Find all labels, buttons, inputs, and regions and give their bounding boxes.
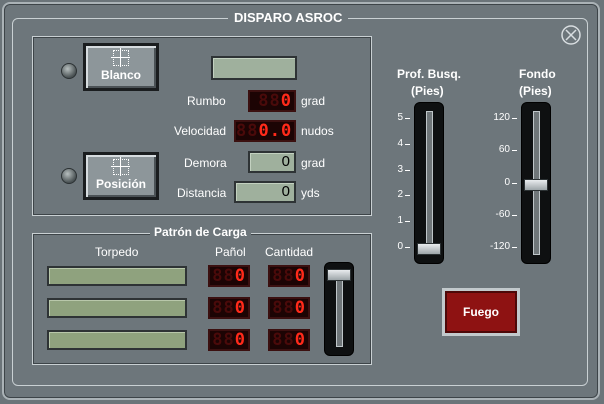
torpedo-slot-1[interactable] bbox=[47, 266, 187, 286]
load-row-slider-thumb[interactable] bbox=[327, 269, 351, 281]
prof-busq-tick-mark bbox=[405, 169, 410, 171]
prof-busq-tick-mark bbox=[405, 143, 410, 145]
distancia-unit: yds bbox=[301, 186, 320, 200]
load-pattern-title: Patrón de Carga bbox=[150, 225, 251, 239]
prof-busq-slider-thumb[interactable] bbox=[417, 243, 441, 255]
cantidad-display-3: 880 bbox=[268, 329, 310, 351]
fondo-tick-mark bbox=[512, 150, 517, 152]
blanco-button-label: Blanco bbox=[100, 68, 141, 82]
panol-display-3: 880 bbox=[208, 329, 250, 351]
fondo-tick-mark bbox=[512, 214, 517, 216]
fondo-tick-mark bbox=[512, 182, 517, 184]
load-row-slider[interactable] bbox=[324, 262, 354, 356]
panel-title: DISPARO ASROC bbox=[228, 10, 349, 25]
fondo-tick-mark bbox=[512, 118, 517, 119]
demora-label: Demora bbox=[184, 156, 227, 170]
prof-busq-tick-label: 5 bbox=[397, 112, 403, 123]
torpedo-slot-2[interactable] bbox=[47, 298, 187, 318]
panol-column-header: Pañol bbox=[215, 245, 246, 259]
posicion-indicator-light bbox=[61, 168, 77, 184]
prof-busq-unit: (Pies) bbox=[411, 84, 444, 98]
prof-busq-tick-mark bbox=[405, 195, 410, 197]
fondo-unit: (Pies) bbox=[519, 84, 552, 98]
prof-busq-tick-label: 4 bbox=[397, 137, 403, 149]
crosshair-icon bbox=[111, 48, 130, 67]
prof-busq-tick-mark bbox=[405, 247, 410, 248]
fondo-label: Fondo bbox=[519, 67, 556, 81]
posicion-button[interactable]: Posición bbox=[83, 152, 159, 200]
velocidad-unit: nudos bbox=[301, 124, 334, 138]
prof-busq-tick-label: 0 bbox=[397, 241, 403, 252]
posicion-button-label: Posición bbox=[95, 177, 146, 191]
panol-display-2: 880 bbox=[208, 297, 250, 319]
prof-busq-tick-mark bbox=[405, 221, 410, 223]
rumbo-label: Rumbo bbox=[187, 94, 226, 108]
blanco-indicator-light bbox=[61, 63, 77, 79]
crosshair-icon bbox=[111, 157, 130, 176]
demora-field: 0 bbox=[248, 151, 296, 173]
fondo-tick-label: -60 bbox=[495, 208, 510, 220]
torpedo-slot-3[interactable] bbox=[47, 330, 187, 350]
panol-display-1: 880 bbox=[208, 265, 250, 287]
fondo-tick-label: 60 bbox=[498, 144, 510, 156]
rumbo-display: 880 bbox=[248, 90, 296, 112]
prof-busq-tick-mark bbox=[405, 118, 410, 119]
torpedo-column-header: Torpedo bbox=[95, 245, 139, 259]
fondo-slider-thumb[interactable] bbox=[524, 179, 548, 191]
blanco-readout bbox=[211, 56, 297, 80]
fondo-tick-label: -120 bbox=[489, 241, 510, 252]
fondo-tick-mark bbox=[512, 247, 517, 248]
close-icon[interactable] bbox=[560, 24, 582, 46]
cantidad-display-2: 880 bbox=[268, 297, 310, 319]
fondo-tick-label: 0 bbox=[504, 176, 510, 188]
prof-busq-tick-label: 2 bbox=[397, 189, 403, 201]
prof-busq-label: Prof. Busq. bbox=[397, 67, 462, 81]
prof-busq-tick-label: 1 bbox=[397, 215, 403, 227]
prof-busq-slider[interactable] bbox=[414, 102, 444, 264]
distancia-field: 0 bbox=[234, 181, 296, 203]
velocidad-label: Velocidad bbox=[174, 124, 227, 138]
fire-button[interactable]: Fuego bbox=[442, 288, 520, 336]
rumbo-unit: grad bbox=[301, 94, 326, 108]
distancia-label: Distancia bbox=[177, 186, 227, 200]
fondo-tick-label: 120 bbox=[493, 112, 510, 123]
blanco-button[interactable]: Blanco bbox=[83, 43, 159, 91]
cantidad-column-header: Cantidad bbox=[265, 245, 314, 259]
demora-unit: grad bbox=[301, 156, 326, 170]
cantidad-display-1: 880 bbox=[268, 265, 310, 287]
velocidad-display: 880.0 bbox=[234, 120, 296, 142]
prof-busq-tick-label: 3 bbox=[397, 163, 403, 175]
fondo-slider[interactable] bbox=[521, 102, 551, 264]
